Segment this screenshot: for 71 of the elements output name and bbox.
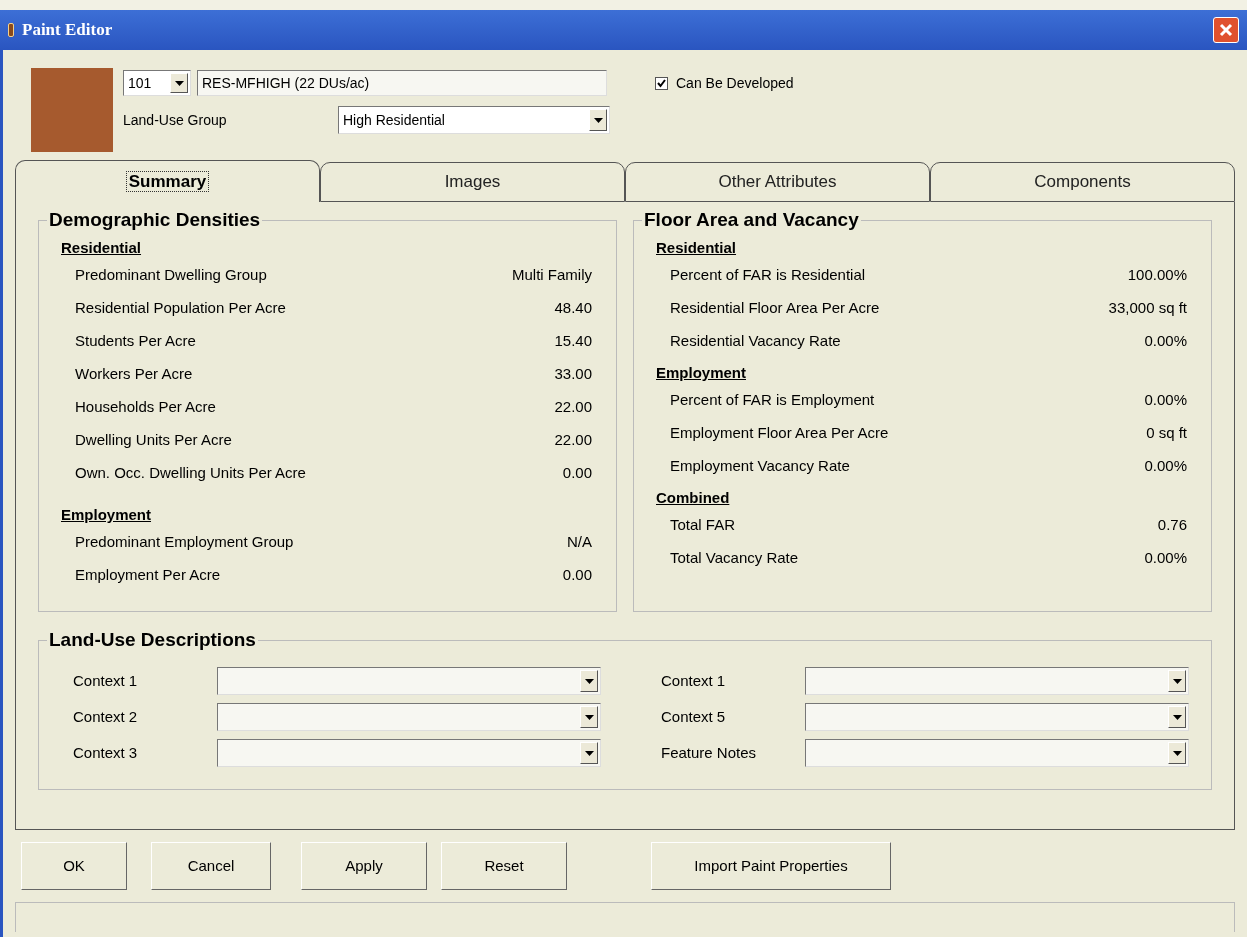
row-value: 0.00 <box>562 565 592 586</box>
row-label: Employment Per Acre <box>75 565 221 586</box>
row-value: N/A <box>567 532 592 553</box>
row-label: Employment Vacancy Rate <box>670 456 850 477</box>
section-heading: Employment <box>656 363 747 383</box>
app-icon <box>8 23 14 37</box>
field-label: Context 1 <box>73 670 139 691</box>
row-label: Total Vacancy Rate <box>670 548 799 569</box>
row-label: Students Per Acre <box>75 331 196 352</box>
row-label: Total FAR <box>670 515 736 536</box>
row-value: 0.00% <box>1144 331 1187 352</box>
context-dropdown[interactable] <box>217 703 601 731</box>
field-label: Land-Use Group <box>123 110 228 130</box>
dialog-button[interactable]: Import Paint Properties <box>651 842 891 890</box>
row-value: 0.76 <box>1157 515 1187 536</box>
group-dropdown[interactable]: High Residential <box>338 106 610 134</box>
row-value: 48.40 <box>554 298 592 319</box>
name-field[interactable]: RES-MFHIGH (22 DUs/ac) <box>197 70 607 96</box>
dialog-button[interactable]: OK <box>21 842 127 890</box>
context-dropdown[interactable] <box>805 667 1189 695</box>
row-label: Workers Per Acre <box>75 364 193 385</box>
row-label: Percent of FAR is Residential <box>670 265 866 286</box>
row-label: Predominant Employment Group <box>75 532 294 553</box>
row-label: Predominant Dwelling Group <box>75 265 267 286</box>
tab[interactable]: Components <box>930 162 1235 202</box>
field-label: Context 1 <box>661 670 727 691</box>
section-heading: Employment <box>61 505 152 525</box>
row-value: 15.40 <box>554 331 592 352</box>
tab[interactable]: Summary <box>15 160 320 202</box>
row-value: 22.00 <box>554 397 592 418</box>
color-swatch[interactable] <box>31 68 113 152</box>
checkbox[interactable] <box>655 76 668 90</box>
window-title: Paint Editor <box>22 19 113 42</box>
row-label: Residential Vacancy Rate <box>670 331 841 352</box>
dialog-button[interactable]: Apply <box>301 842 427 890</box>
row-value: Multi Family <box>512 265 592 286</box>
section-heading: Residential <box>656 238 738 258</box>
row-value: 22.00 <box>554 430 592 451</box>
code-dropdown[interactable]: 101 <box>123 70 191 96</box>
row-label: Percent of FAR is Employment <box>670 390 875 411</box>
section-heading: Residential <box>61 238 143 258</box>
tab[interactable]: Images <box>320 162 625 202</box>
context-dropdown[interactable] <box>805 739 1189 767</box>
row-label: Residential Floor Area Per Acre <box>670 298 880 319</box>
row-value: 0.00% <box>1144 390 1187 411</box>
field-label: Context 2 <box>73 706 139 727</box>
field-label: Context 5 <box>661 706 727 727</box>
context-dropdown[interactable] <box>805 703 1189 731</box>
section-heading: Combined <box>656 488 731 508</box>
context-dropdown[interactable] <box>217 739 601 767</box>
row-label: Own. Occ. Dwelling Units Per Acre <box>75 463 306 484</box>
row-value: 33.00 <box>554 364 592 385</box>
row-value: 0 sq ft <box>1146 423 1187 444</box>
row-value: 0.00 <box>562 463 592 484</box>
field-label: Feature Notes <box>661 742 758 763</box>
row-value: 100.00% <box>1127 265 1187 286</box>
row-label: Employment Floor Area Per Acre <box>670 423 889 444</box>
tab[interactable]: Other Attributes <box>625 162 930 202</box>
row-value: 0.00% <box>1144 548 1187 569</box>
dialog-button[interactable]: Reset <box>441 842 567 890</box>
field-label: Context 3 <box>73 742 139 763</box>
row-label: Residential Population Per Acre <box>75 298 286 319</box>
row-label: Households Per Acre <box>75 397 216 418</box>
checkbox-label: Can Be Developed <box>676 73 794 93</box>
dialog-button[interactable]: Cancel <box>151 842 271 890</box>
close-button[interactable] <box>1213 17 1239 43</box>
row-value: 0.00% <box>1144 456 1187 477</box>
close-icon <box>1219 23 1233 37</box>
row-value: 33,000 sq ft <box>1108 298 1187 319</box>
context-dropdown[interactable] <box>217 667 601 695</box>
row-label: Dwelling Units Per Acre <box>75 430 232 451</box>
